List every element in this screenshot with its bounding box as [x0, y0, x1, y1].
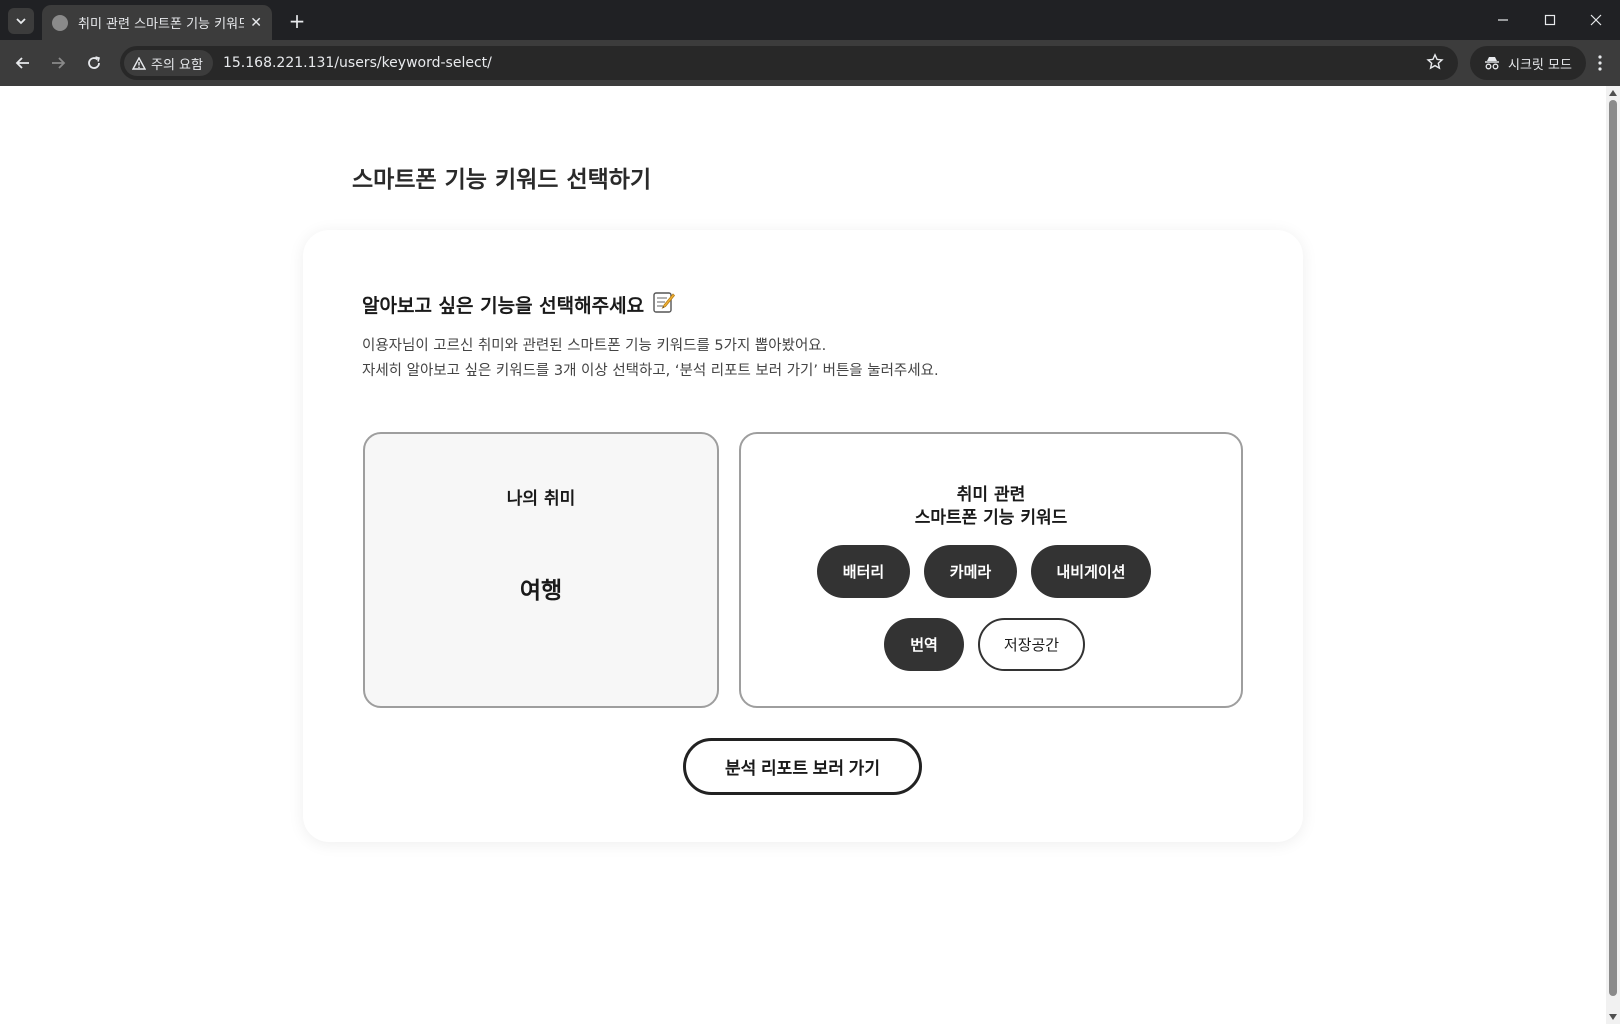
browser-menu-button[interactable] — [1588, 49, 1612, 77]
card-heading-text: 알아보고 싶은 기능을 선택해주세요 — [362, 295, 645, 317]
page-scrollbar[interactable] — [1606, 86, 1620, 1024]
forward-button[interactable] — [44, 49, 72, 77]
keyword-chip-storage[interactable]: 저장공간 — [978, 618, 1085, 671]
browser-titlebar: 취미 관련 스마트폰 기능 키워드 ✕ + — [0, 0, 1620, 40]
keyword-chip-translation[interactable]: 번역 — [884, 618, 964, 671]
new-tab-button[interactable]: + — [284, 8, 310, 34]
card-description: 이용자님이 고르신 취미와 관련된 스마트폰 기능 키워드를 5가지 뽑아봤어요… — [362, 334, 939, 384]
chevron-down-icon — [16, 18, 26, 25]
more-vert-icon — [1598, 55, 1602, 71]
page-title: 스마트폰 기능 키워드 선택하기 — [352, 167, 652, 193]
incognito-icon — [1485, 57, 1499, 70]
maximize-button[interactable] — [1527, 0, 1573, 40]
address-bar[interactable]: 주의 요함 15.168.221.131/users/keyword-selec… — [120, 46, 1458, 80]
arrow-left-icon — [15, 57, 29, 69]
minimize-button[interactable] — [1480, 0, 1526, 40]
keyword-chip-navigation[interactable]: 내비게이션 — [1031, 545, 1151, 598]
reload-icon — [88, 56, 100, 69]
bookmark-star-icon[interactable] — [1426, 53, 1444, 71]
view-report-button[interactable]: 분석 리포트 보러 가기 — [683, 738, 922, 795]
description-line-2: 자세히 알아보고 싶은 키워드를 3개 이상 선택하고, ‘분석 리포트 보러 … — [362, 363, 939, 379]
reload-button[interactable] — [80, 49, 108, 77]
memo-icon — [652, 290, 676, 319]
browser-toolbar: 주의 요함 15.168.221.131/users/keyword-selec… — [0, 40, 1620, 86]
my-hobby-value: 여행 — [519, 578, 563, 604]
keyword-chip-camera[interactable]: 카메라 — [924, 545, 1017, 598]
page-viewport: 스마트폰 기능 키워드 선택하기 알아보고 싶은 기능을 선택해주세요 이용자님… — [0, 86, 1606, 1024]
close-tab-icon[interactable]: ✕ — [250, 15, 262, 31]
card-heading: 알아보고 싶은 기능을 선택해주세요 — [362, 290, 676, 319]
incognito-indicator[interactable]: 시크릿 모드 — [1470, 46, 1586, 80]
keyword-panel-title: 취미 관련 스마트폰 기능 키워드 — [741, 484, 1241, 530]
keyword-select-card: 알아보고 싶은 기능을 선택해주세요 이용자님이 고르신 취미와 관련된 스마트… — [303, 230, 1303, 842]
close-window-button[interactable] — [1573, 0, 1619, 40]
globe-icon — [52, 14, 68, 31]
tab-title: 취미 관련 스마트폰 기능 키워드 — [78, 17, 245, 32]
maximize-icon — [1544, 14, 1556, 26]
close-icon — [1590, 14, 1602, 26]
keyword-panel-title-line-1: 취미 관련 — [956, 485, 1026, 505]
minimize-icon — [1498, 19, 1508, 21]
keyword-chip-battery[interactable]: 배터리 — [817, 545, 910, 598]
arrow-right-icon — [52, 57, 66, 69]
scrollbar-thumb[interactable] — [1609, 100, 1617, 996]
security-label: 주의 요함 — [151, 57, 203, 73]
back-button[interactable] — [9, 49, 37, 77]
description-line-1: 이용자님이 고르신 취미와 관련된 스마트폰 기능 키워드를 5가지 뽑아봤어요… — [362, 338, 827, 354]
keyword-panel-title-line-2: 스마트폰 기능 키워드 — [914, 508, 1068, 528]
browser-tab[interactable]: 취미 관련 스마트폰 기능 키워드 ✕ — [42, 5, 272, 40]
url-text[interactable]: 15.168.221.131/users/keyword-select/ — [223, 55, 492, 71]
my-hobby-panel: 나의 취미 여행 — [363, 432, 719, 708]
incognito-label: 시크릿 모드 — [1508, 57, 1572, 73]
scroll-up-arrow-icon[interactable] — [1609, 90, 1617, 96]
my-hobby-label: 나의 취미 — [506, 489, 576, 509]
tab-search-button[interactable] — [8, 8, 34, 34]
keyword-panel: 취미 관련 스마트폰 기능 키워드 배터리 카메라 내비게이션 번역 저장공간 — [739, 432, 1243, 708]
scroll-down-arrow-icon[interactable] — [1609, 1014, 1617, 1020]
warning-icon — [132, 56, 146, 70]
security-warning-chip[interactable]: 주의 요함 — [124, 50, 213, 76]
